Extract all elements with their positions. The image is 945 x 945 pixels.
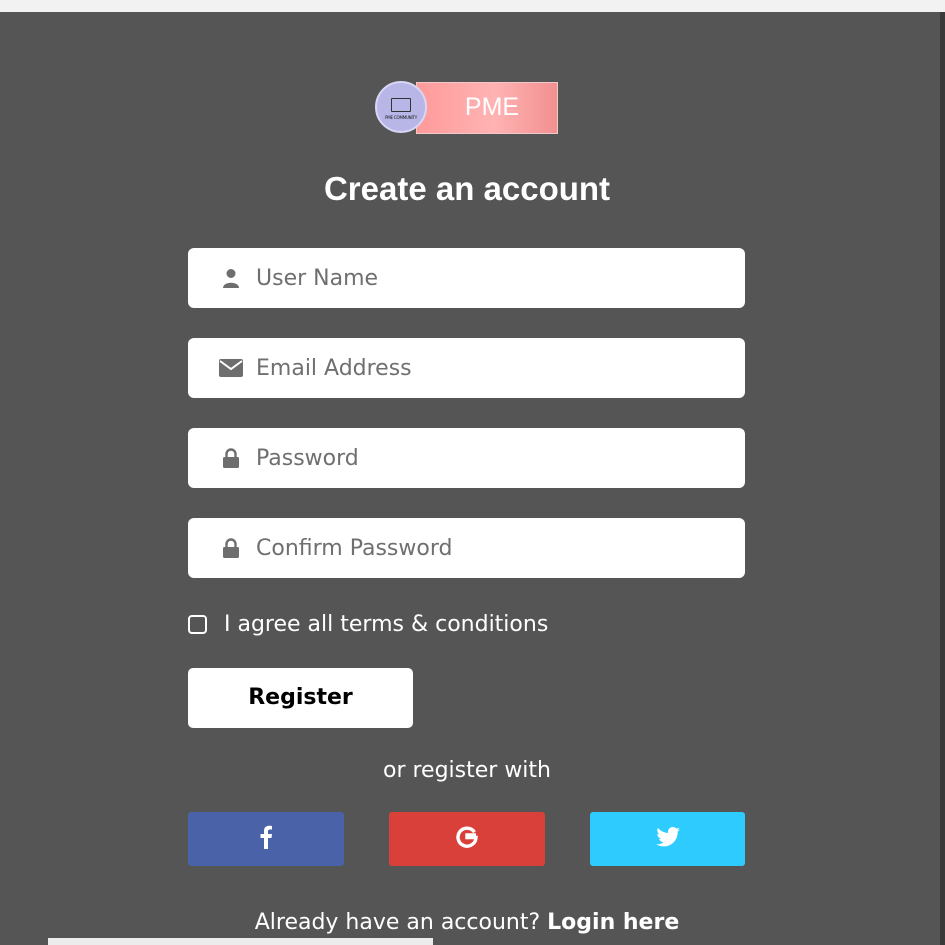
logo-badge: PME COMMUNITY [375,81,427,133]
password-input[interactable] [256,430,745,486]
logo-text: PME [416,82,558,134]
twitter-button[interactable] [590,812,745,866]
twitter-icon [655,827,680,851]
terms-checkbox[interactable] [188,615,207,634]
or-register-with: or register with [382,758,551,783]
user-icon [218,265,244,291]
envelope-icon [218,355,244,381]
terms-row: I agree all terms & conditions [188,612,548,637]
terms-label[interactable]: I agree all terms & conditions [224,612,548,637]
username-input[interactable] [256,250,745,306]
logo: PME COMMUNITY PME [375,81,559,136]
login-prompt: Already have an account? Login here [0,910,934,935]
page-title: Create an account [323,170,611,207]
lock-icon [218,535,244,561]
login-prompt-text: Already have an account? [254,910,541,935]
google-icon [456,826,478,852]
username-field[interactable] [188,248,745,308]
facebook-button[interactable] [188,812,344,866]
confirm-password-input[interactable] [256,520,745,576]
password-field[interactable] [188,428,745,488]
google-button[interactable] [389,812,545,866]
confirm-password-field[interactable] [188,518,745,578]
facebook-icon [260,825,272,853]
lock-icon [218,445,244,471]
email-field[interactable] [188,338,745,398]
logo-badge-text: PME COMMUNITY [385,115,417,120]
page-edge [940,12,945,945]
bottom-strip [48,938,433,945]
register-button[interactable]: Register [188,668,413,728]
monitor-icon [391,98,411,112]
login-link[interactable]: Login here [547,910,679,935]
email-input[interactable] [256,340,745,396]
